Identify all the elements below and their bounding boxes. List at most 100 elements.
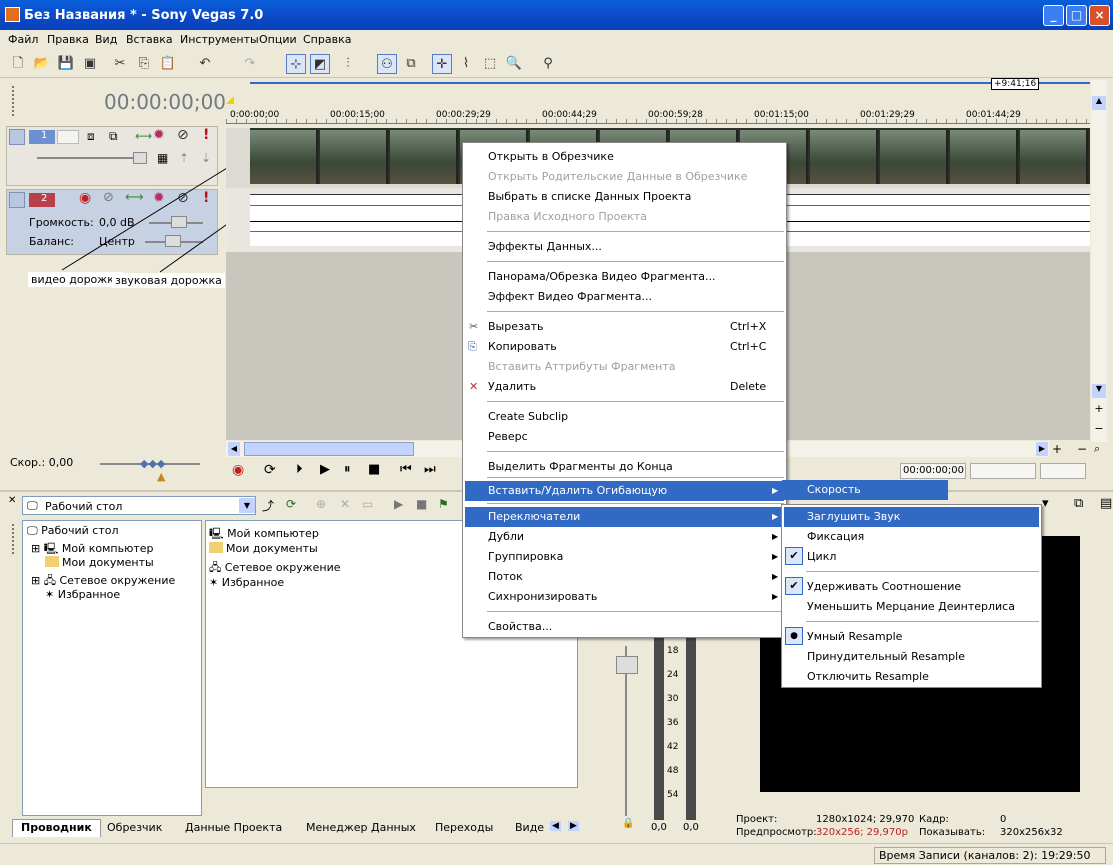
play-icon[interactable]: ▶ xyxy=(320,462,330,477)
scroll-thumb[interactable] xyxy=(244,442,414,456)
tree-item-desktop[interactable]: 🖵 Рабочий стол xyxy=(27,524,119,538)
up-folder-icon[interactable]: ⤴ xyxy=(262,497,274,514)
lock-icon[interactable]: 🔒 xyxy=(622,818,634,829)
views-icon[interactable]: ▭ xyxy=(362,497,373,511)
auto-preview-icon[interactable]: ⚑ xyxy=(438,497,449,511)
submenu-item-reduce-interlace-flicker[interactable]: Уменьшить Мерцание Деинтерлиса xyxy=(807,597,1015,617)
menu-item-group[interactable]: Группировка xyxy=(488,547,563,567)
tab-media-manager[interactable]: Менеджер Данных xyxy=(306,821,416,834)
ripple-icon[interactable]: ⫶ xyxy=(338,54,358,74)
menu-item-create-subclip[interactable]: Create Subclip xyxy=(488,407,568,427)
tab-transitions[interactable]: Переходы xyxy=(435,821,493,834)
selection-start-time[interactable]: 00:00:00;00 xyxy=(900,463,966,479)
zoom-icon[interactable]: 🔍 xyxy=(504,54,524,74)
tab-scroll-right-icon[interactable]: ▶ xyxy=(568,821,579,831)
pause-icon[interactable]: ⏸ xyxy=(344,462,351,477)
close-pane-icon[interactable]: ✕ xyxy=(8,495,16,506)
scroll-up-icon[interactable]: ▲ xyxy=(1092,96,1106,110)
tab-explorer[interactable]: Проводник xyxy=(12,819,101,837)
normal-edit-icon[interactable]: ✛ xyxy=(432,54,452,74)
tab-video-fx[interactable]: Виде xyxy=(515,821,544,834)
menu-item-insert-remove-envelope[interactable]: Вставить/Удалить Огибающую xyxy=(465,481,784,501)
whats-this-icon[interactable]: ⚲ xyxy=(538,54,558,74)
tree-item-favorites[interactable]: ✶ Избранное xyxy=(45,588,120,601)
menu-item-copy[interactable]: Копировать xyxy=(488,337,557,357)
zoom-in-icon[interactable]: + xyxy=(1092,402,1106,416)
menu-item-video-event-fx[interactable]: Эффект Видео Фрагмента... xyxy=(488,287,652,307)
menu-item-open-parent-media[interactable]: Открыть Родительские Данные в Обрезчике xyxy=(488,167,747,187)
preview-toolbar-dropdown-icon[interactable]: ▾ xyxy=(1042,496,1049,511)
snap-icon[interactable]: ⊹ xyxy=(286,54,306,74)
folder-tree[interactable]: 🖵 Рабочий стол ⊞ 🖳 Мой компьютер Мои док… xyxy=(22,520,202,816)
zoom-out-icon[interactable]: − xyxy=(1092,422,1106,436)
file-item-favorites[interactable]: ✶ Избранное xyxy=(209,576,284,589)
playhead-marker[interactable] xyxy=(226,96,234,104)
tab-scroll-left-icon[interactable]: ◀ xyxy=(550,821,561,831)
menu-item-stream[interactable]: Поток xyxy=(488,567,523,587)
menu-item-pan-crop[interactable]: Панорама/Обрезка Видео Фрагмента... xyxy=(488,267,716,287)
selection-length[interactable] xyxy=(1040,463,1086,479)
file-item-my-documents[interactable]: Мои документы xyxy=(209,542,318,555)
submenu-item-maintain-aspect[interactable]: Удерживать Соотношение xyxy=(807,577,961,597)
menu-item-paste-event-attributes[interactable]: Вставить Аттрибуты Фрагмента xyxy=(488,357,676,377)
zoom-out-time-icon[interactable]: − xyxy=(1077,442,1087,456)
refresh-icon[interactable]: ⟳ xyxy=(286,497,296,511)
scroll-right-icon[interactable]: ▶ xyxy=(1036,442,1048,456)
menu-item-media-fx[interactable]: Эффекты Данных... xyxy=(488,237,602,257)
master-fader-thumb[interactable] xyxy=(616,656,638,674)
menu-item-switches[interactable]: Переключатели xyxy=(465,507,784,527)
submenu-item-mute[interactable]: Заглушить Звук xyxy=(784,507,1039,527)
submenu-item-loop[interactable]: Цикл xyxy=(807,547,836,567)
timeline-vertical-scrollbar[interactable]: ▲ ▼ + − xyxy=(1091,80,1107,442)
menu-item-properties[interactable]: Свойства... xyxy=(488,617,552,637)
preview-stop-icon[interactable]: ■ xyxy=(416,497,427,511)
time-ruler[interactable]: 0:00:00;00 00:00:15;00 00:00:29;29 00:00… xyxy=(226,108,1090,124)
menu-item-cut[interactable]: Вырезать xyxy=(488,317,543,337)
menu-item-synchronize[interactable]: Сихнронизировать xyxy=(488,587,597,607)
tree-item-my-documents[interactable]: Мои документы xyxy=(45,556,154,569)
menu-item-edit-source-project[interactable]: Правка Исходного Проекта xyxy=(488,207,647,227)
zoom-in-time-icon[interactable]: + xyxy=(1052,442,1062,456)
lock-envelope-icon[interactable]: ⚇ xyxy=(377,54,397,74)
stop-icon[interactable]: ■ xyxy=(368,462,380,477)
tab-project-media[interactable]: Данные Проекта xyxy=(185,821,282,834)
zoom-tool-icon[interactable]: ⌕ xyxy=(1094,442,1100,456)
menu-item-delete[interactable]: Удалить xyxy=(488,377,536,397)
menu-help[interactable]: Справка xyxy=(303,33,351,46)
menu-item-reverse[interactable]: Реверс xyxy=(488,427,528,447)
envelope-edit-icon[interactable]: ⌇ xyxy=(456,54,476,74)
rate-slider-thumb[interactable]: ◆◆◆ xyxy=(140,457,165,470)
delete-icon[interactable]: ✕ xyxy=(340,497,350,511)
minimize-button[interactable]: _ xyxy=(1043,5,1064,26)
record-icon[interactable]: ◉ xyxy=(232,462,244,478)
explorer-path-select[interactable]: 🖵 Рабочий стол ▼ xyxy=(22,496,256,515)
play-from-start-icon[interactable]: ⏵ xyxy=(296,462,303,477)
loop-icon[interactable]: ⟳ xyxy=(264,462,276,478)
close-button[interactable]: × xyxy=(1089,5,1110,26)
tab-trimmer[interactable]: Обрезчик xyxy=(107,821,162,834)
new-folder-icon[interactable]: ⊕ xyxy=(316,497,326,511)
menu-item-takes[interactable]: Дубли xyxy=(488,527,524,547)
chevron-down-icon[interactable]: ▼ xyxy=(239,498,255,513)
menu-options[interactable]: Опции xyxy=(259,33,297,46)
marker-bar[interactable] xyxy=(250,82,1090,84)
auto-crossfade-icon[interactable]: ◩ xyxy=(310,54,330,74)
expand-icon[interactable]: ⊞ xyxy=(31,542,44,555)
submenu-item-force-resample[interactable]: Принудительный Resample xyxy=(807,647,965,667)
selection-end-time[interactable] xyxy=(970,463,1036,479)
menu-item-select-in-project-media[interactable]: Выбрать в списке Данных Проекта xyxy=(488,187,691,207)
scroll-down-icon[interactable]: ▼ xyxy=(1092,384,1106,398)
submenu-item-disable-resample[interactable]: Отключить Resample xyxy=(807,667,929,687)
save-snapshot-icon[interactable]: ▤ xyxy=(1100,496,1112,511)
submenu-item-lock[interactable]: Фиксация xyxy=(807,527,864,547)
scroll-left-icon[interactable]: ◀ xyxy=(228,442,240,456)
submenu-item-velocity[interactable]: Скорость xyxy=(807,480,861,500)
maximize-button[interactable]: □ xyxy=(1066,5,1087,26)
ignore-grouping-icon[interactable]: ⧉ xyxy=(401,54,421,74)
go-to-start-icon[interactable]: ⏮ xyxy=(400,462,412,477)
selection-edit-icon[interactable]: ⬚ xyxy=(480,54,500,74)
preview-play-icon[interactable]: ▶ xyxy=(394,497,403,511)
submenu-item-smart-resample[interactable]: Умный Resample xyxy=(807,627,902,647)
go-to-end-icon[interactable]: ⏭ xyxy=(424,462,436,477)
expand-icon[interactable]: ⊞ xyxy=(31,574,44,587)
